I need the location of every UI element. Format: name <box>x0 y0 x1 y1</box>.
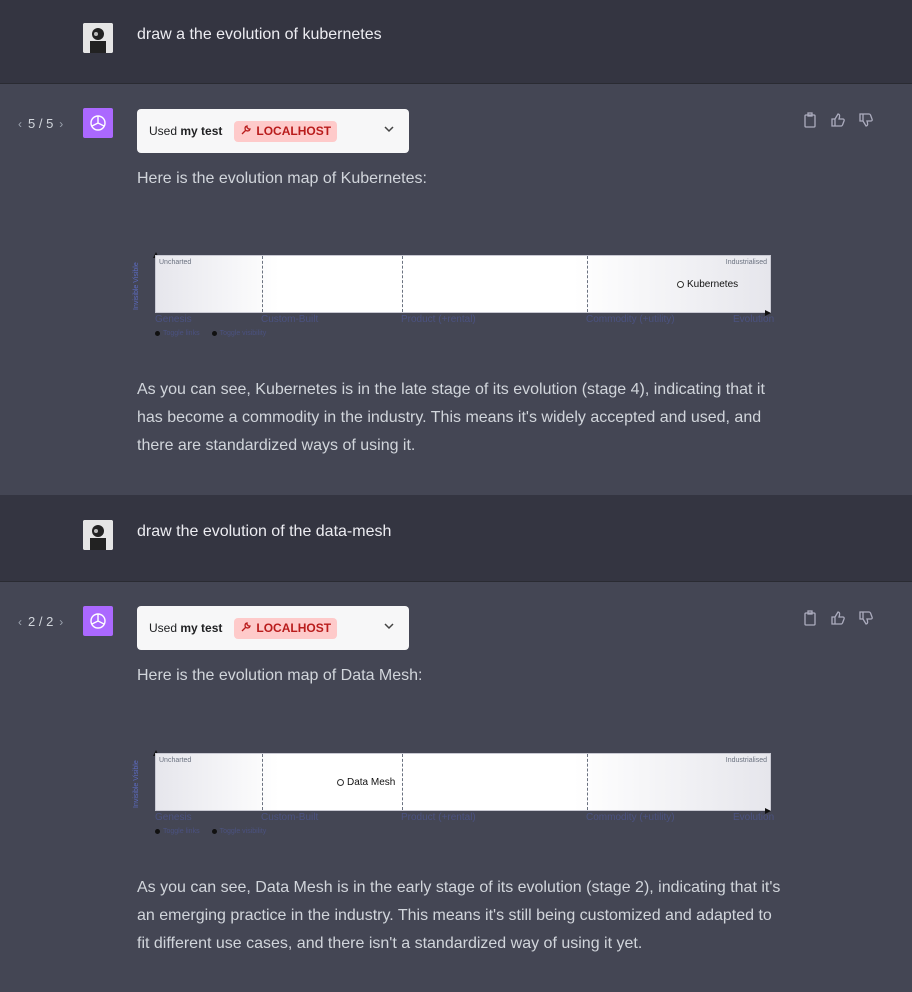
thumbs-up-icon[interactable] <box>830 610 846 626</box>
stage-label: Genesis <box>155 314 192 325</box>
wrench-icon <box>240 621 252 636</box>
toggle-links[interactable]: Toggle links <box>155 330 200 337</box>
thumbs-down-icon[interactable] <box>858 610 874 626</box>
thumbs-down-icon[interactable] <box>858 112 874 128</box>
user-message-row: draw the evolution of the data-mesh <box>0 495 912 582</box>
stage-divider <box>587 256 588 312</box>
thumbs-up-icon[interactable] <box>830 112 846 128</box>
assistant-message-row: ‹ 2 / 2 › Used my test LOCALHOST Here is… <box>0 582 912 992</box>
clipboard-icon[interactable] <box>802 610 818 626</box>
plugin-used-label: Used my test <box>149 621 223 635</box>
pager-count: 5 / 5 <box>28 116 54 131</box>
stage-label: Commodity (+utility) <box>586 812 675 823</box>
chevron-down-icon[interactable] <box>383 123 395 138</box>
bullet-icon <box>155 331 160 336</box>
map-component[interactable]: Data Mesh <box>337 777 395 788</box>
user-avatar <box>83 520 113 550</box>
stage-divider <box>402 754 403 810</box>
assistant-intro-text: Here is the evolution map of Kubernetes: <box>137 170 427 187</box>
corner-label-industrialised: Industrialised <box>725 757 767 764</box>
pager-prev-button[interactable]: ‹ <box>18 117 22 131</box>
toggle-visibility[interactable]: Toggle visibility <box>211 828 266 835</box>
plugin-name: my test <box>180 124 223 138</box>
localhost-badge: LOCALHOST <box>234 120 338 142</box>
component-label: Data Mesh <box>347 777 396 788</box>
chevron-down-icon[interactable] <box>383 620 395 635</box>
map-toggles: Toggle links Toggle visibility <box>155 828 266 835</box>
pager-next-button[interactable]: › <box>59 615 63 629</box>
map-component[interactable]: Kubernetes <box>677 279 738 290</box>
stage-divider <box>587 754 588 810</box>
bullet-icon <box>211 829 217 834</box>
stage-divider <box>262 256 263 312</box>
message-actions <box>802 112 874 128</box>
response-pager: ‹ 2 / 2 › <box>18 614 63 629</box>
corner-label-uncharted: Uncharted <box>159 259 192 266</box>
pager-next-button[interactable]: › <box>59 117 63 131</box>
wrench-icon <box>240 124 252 139</box>
clipboard-icon[interactable] <box>802 112 818 128</box>
y-axis-label: Invisible Visible <box>133 760 140 808</box>
stage-label: Custom-Built <box>261 812 319 823</box>
assistant-body-text: As you can see, Kubernetes is in the lat… <box>137 381 765 454</box>
corner-label-uncharted: Uncharted <box>159 757 192 764</box>
chatgpt-logo-icon <box>83 108 113 138</box>
map-toggles: Toggle links Toggle visibility <box>155 330 266 337</box>
map-frame: Uncharted Industrialised Data Mesh <box>155 753 771 811</box>
stage-label: Commodity (+utility) <box>586 314 675 325</box>
component-node-icon <box>677 281 684 288</box>
stage-label: Custom-Built <box>261 314 319 325</box>
y-axis-label: Invisible Visible <box>133 262 140 310</box>
message-actions <box>802 610 874 626</box>
component-label: Kubernetes <box>687 279 739 290</box>
bullet-icon <box>155 829 160 834</box>
stage-divider <box>402 256 403 312</box>
pager-count: 2 / 2 <box>28 614 54 629</box>
stage-label: Evolution <box>733 314 775 325</box>
plugin-used-bar[interactable]: Used my test LOCALHOST <box>137 606 409 650</box>
component-node-icon <box>337 779 344 786</box>
stage-divider <box>262 754 263 810</box>
plugin-used-bar[interactable]: Used my test LOCALHOST <box>137 109 409 153</box>
map-frame: Uncharted Industrialised Kubernetes <box>155 255 771 313</box>
plugin-used-label: Used my test <box>149 124 223 138</box>
evolution-map: Invisible Visible Uncharted Industrialis… <box>133 750 777 844</box>
user-message-row: draw a the evolution of kubernetes <box>0 0 912 84</box>
plugin-name: my test <box>180 621 223 635</box>
toggle-visibility[interactable]: Toggle visibility <box>211 330 266 337</box>
assistant-message-row: ‹ 5 / 5 › Used my test LOCALHOST Here is… <box>0 84 912 495</box>
user-avatar <box>83 23 113 53</box>
toggle-links[interactable]: Toggle links <box>155 828 200 835</box>
corner-label-industrialised: Industrialised <box>725 259 767 266</box>
chatgpt-logo-icon <box>83 606 113 636</box>
stage-label: Product (+rental) <box>401 812 476 823</box>
assistant-intro-text: Here is the evolution map of Data Mesh: <box>137 667 423 684</box>
evolution-map: Invisible Visible Uncharted Industrialis… <box>133 252 777 346</box>
localhost-badge: LOCALHOST <box>234 617 338 639</box>
stage-label: Genesis <box>155 812 192 823</box>
pager-prev-button[interactable]: ‹ <box>18 615 22 629</box>
user-message-text: draw a the evolution of kubernetes <box>137 26 382 43</box>
user-message-text: draw the evolution of the data-mesh <box>137 523 392 540</box>
assistant-body-text: As you can see, Data Mesh is in the earl… <box>137 879 781 952</box>
stage-label: Product (+rental) <box>401 314 476 325</box>
bullet-icon <box>211 331 217 336</box>
response-pager: ‹ 5 / 5 › <box>18 116 63 131</box>
stage-label: Evolution <box>733 812 775 823</box>
